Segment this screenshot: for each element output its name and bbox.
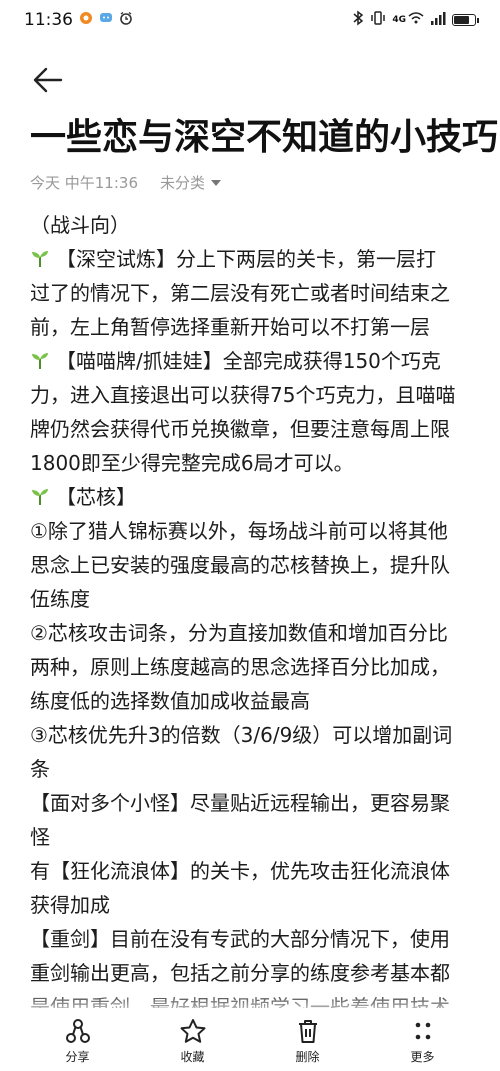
status-bar: 11:36 4G — [0, 0, 500, 40]
status-left: 11:36 — [24, 10, 133, 30]
note-line: 练度低的选择数值加成收益最高 — [30, 684, 480, 718]
note-line: 牌仍然会获得代币兑换徽章，但要注意每周上限 — [30, 412, 480, 446]
note-line: ②芯核攻击词条，分为直接加数值和增加百分比 — [30, 616, 480, 650]
note-line-text: ②芯核攻击词条，分为直接加数值和增加百分比 — [30, 621, 448, 645]
note-line-text: 【深空试炼】分上下两层的关卡，第一层打 — [56, 247, 436, 271]
chat-icon — [99, 10, 113, 30]
note-line-text: 思念上已安装的强度最高的芯核替换上，提升队 — [30, 553, 450, 577]
delete-label: 删除 — [295, 1050, 320, 1064]
back-button[interactable] — [28, 60, 68, 100]
vibrate-icon — [370, 10, 386, 31]
note-meta: 今天 中午11:36 未分类 — [30, 172, 222, 193]
category-label: 未分类 — [160, 174, 206, 192]
note-line: 怪 — [30, 820, 480, 854]
note-line-text: 重剑输出更高，包括之前分享的练度参考基本都 — [30, 961, 450, 985]
battery-icon — [452, 14, 479, 26]
note-line-text: 有【狂化流浪体】的关卡，优先攻击狂化流浪体 — [30, 859, 450, 883]
back-arrow-icon — [33, 67, 63, 93]
sprout-icon — [30, 346, 56, 380]
note-body[interactable]: （战斗向） 【深空试炼】分上下两层的关卡，第一层打过了的情况下，第二层没有死亡或者… — [30, 208, 480, 1008]
note-title[interactable]: 一些恋与深空不知道的小技巧 — [30, 108, 498, 168]
favorite-button[interactable]: 收藏 — [153, 1018, 233, 1065]
note-line: 思念上已安装的强度最高的芯核替换上，提升队 — [30, 548, 480, 582]
favorite-label: 收藏 — [180, 1050, 205, 1064]
more-button[interactable]: 更多 — [383, 1018, 463, 1065]
note-line: ③芯核优先升3的倍数（3/6/9级）可以增加副词 — [30, 718, 480, 752]
caret-down-icon — [211, 179, 222, 186]
share-button[interactable]: 分享 — [38, 1018, 118, 1065]
share-icon — [65, 1019, 90, 1043]
note-line-text: 牌仍然会获得代币兑换徽章，但要注意每周上限 — [30, 417, 450, 441]
note-line: 力，进入直接退出可以获得75个巧克力，且喵喵 — [30, 378, 480, 412]
note-line-text: 过了的情况下，第二层没有死亡或者时间结束之 — [30, 281, 450, 305]
note-line: 重剑输出更高，包括之前分享的练度参考基本都 — [30, 956, 480, 990]
note-line-text: 两种，原则上练度越高的思念选择百分比加成， — [30, 655, 450, 679]
note-line: （战斗向） — [30, 208, 480, 242]
note-line-text: 【重剑】目前在没有专武的大部分情况下，使用 — [30, 927, 450, 951]
more-dots-icon — [415, 1022, 430, 1040]
note-line: 【面对多个小怪】尽量贴近远程输出，更容易聚 — [30, 786, 480, 820]
note-line-text: 【面对多个小怪】尽量贴近远程输出，更容易聚 — [30, 791, 450, 815]
share-label: 分享 — [65, 1050, 90, 1064]
trash-icon — [298, 1020, 317, 1043]
note-line: 【重剑】目前在没有专武的大部分情况下，使用 — [30, 922, 480, 956]
category-selector[interactable]: 未分类 — [160, 172, 222, 193]
signal-label: 4G — [392, 15, 406, 25]
note-line-text: 条 — [30, 757, 50, 781]
bluetooth-icon — [352, 10, 364, 31]
note-line: 【芯核】 — [30, 480, 480, 514]
alarm-icon — [119, 10, 133, 30]
star-icon — [180, 1019, 205, 1043]
note-line: 获得加成 — [30, 888, 480, 922]
note-line: 条 — [30, 752, 480, 786]
note-line: 1800即至少得完整完成6局才可以。 — [30, 446, 480, 480]
note-line: 有【狂化流浪体】的关卡，优先攻击狂化流浪体 — [30, 854, 480, 888]
more-label: 更多 — [410, 1050, 435, 1064]
note-line-text: ①除了猎人锦标赛以外，每场战斗前可以将其他 — [30, 519, 448, 543]
note-line-text: 力，进入直接退出可以获得75个巧克力，且喵喵 — [30, 383, 456, 407]
wifi-icon — [408, 10, 424, 30]
note-line: ①除了猎人锦标赛以外，每场战斗前可以将其他 — [30, 514, 480, 548]
sprout-icon — [30, 244, 56, 278]
delete-button[interactable]: 删除 — [268, 1018, 348, 1065]
status-time: 11:36 — [24, 10, 73, 30]
note-line-text: 【芯核】 — [56, 485, 136, 509]
note-line-text: （战斗向） — [30, 213, 130, 237]
note-line: 两种，原则上练度越高的思念选择百分比加成， — [30, 650, 480, 684]
status-right: 4G — [352, 10, 479, 31]
note-line: 前，左上角暂停选择重新开始可以不打第一层 — [30, 310, 480, 344]
note-line-text: 【喵喵牌/抓娃娃】全部完成获得150个巧克 — [56, 349, 441, 373]
note-line: 伍练度 — [30, 582, 480, 616]
note-line-text: 1800即至少得完整完成6局才可以。 — [30, 451, 354, 475]
bottom-action-bar: 分享 收藏 删除 更多 — [0, 1010, 500, 1071]
note-line-text: 伍练度 — [30, 587, 90, 611]
note-line-text: 怪 — [30, 825, 50, 849]
note-line-text: 练度低的选择数值加成收益最高 — [30, 689, 310, 713]
note-line-text: 获得加成 — [30, 893, 110, 917]
sprout-icon — [30, 482, 56, 516]
note-line: 过了的情况下，第二层没有死亡或者时间结束之 — [30, 276, 480, 310]
note-line-text: 前，左上角暂停选择重新开始可以不打第一层 — [30, 315, 430, 339]
note-line: 【喵喵牌/抓娃娃】全部完成获得150个巧克 — [30, 344, 480, 378]
signal-icon — [430, 10, 446, 30]
battery-level — [454, 16, 469, 24]
note-line: 【深空试炼】分上下两层的关卡，第一层打 — [30, 242, 480, 276]
note-date: 今天 中午11:36 — [30, 174, 138, 192]
note-line-text: ③芯核优先升3的倍数（3/6/9级）可以增加副词 — [30, 723, 453, 747]
shopping-icon — [79, 10, 93, 30]
